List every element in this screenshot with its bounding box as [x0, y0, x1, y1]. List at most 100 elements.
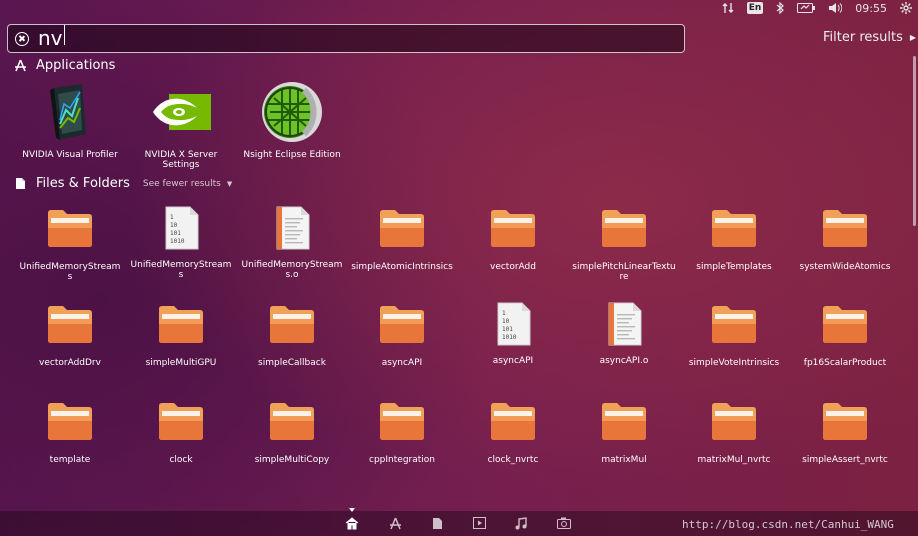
file-item[interactable]: vectorAdd — [458, 208, 568, 272]
file-item[interactable]: simpleVoteIntrinsics — [679, 304, 789, 368]
file-item[interactable]: 1 10 101 1010 asyncAPI — [458, 302, 568, 366]
file-item[interactable]: simpleAssert_nvrtc — [790, 401, 900, 465]
battery-icon[interactable] — [797, 0, 816, 16]
folder-icon — [823, 210, 867, 247]
applications-icon — [389, 517, 401, 529]
bluetooth-icon[interactable] — [776, 0, 785, 16]
search-input[interactable]: nv — [38, 24, 65, 53]
folder-icon — [491, 403, 535, 440]
file-item[interactable]: simpleMultiCopy — [237, 401, 347, 465]
active-lens-indicator — [349, 508, 355, 512]
home-icon — [345, 516, 359, 529]
file-label: template — [49, 455, 91, 465]
photo-lens-button[interactable] — [555, 515, 573, 531]
clear-search-icon[interactable] — [15, 31, 29, 46]
file-label: asyncAPI.o — [599, 356, 649, 366]
file-item[interactable]: matrixMul_nvrtc — [679, 401, 789, 465]
video-lens-button[interactable] — [470, 515, 488, 531]
file-item[interactable]: UnifiedMemoryStreams — [15, 208, 125, 282]
folder-icon-partial — [601, 504, 647, 511]
folder-icon — [380, 306, 424, 343]
gear-icon[interactable] — [900, 0, 912, 16]
keyboard-language-indicator[interactable]: En — [746, 0, 764, 16]
file-label: fp16ScalarProduct — [803, 358, 887, 368]
file-item[interactable]: vectorAddDrv — [15, 304, 125, 368]
folder-icon — [602, 210, 646, 247]
app-nsight-eclipse-edition[interactable]: Nsight Eclipse Edition — [237, 80, 347, 160]
file-label: asyncAPI — [381, 358, 423, 368]
file-item[interactable]: simplePitchLinearTexture — [569, 208, 679, 282]
triangle-right-icon: ▶ — [909, 33, 917, 42]
file-item[interactable]: simpleMultiGPU — [126, 304, 236, 368]
folder-icon — [48, 403, 92, 440]
network-arrows-icon[interactable] — [722, 0, 734, 16]
app-label: Nsight Eclipse Edition — [243, 150, 341, 160]
file-item[interactable]: 1 10 101 1010 UnifiedMemoryStreams — [126, 206, 236, 280]
music-icon — [515, 516, 527, 529]
svg-text:10: 10 — [170, 222, 178, 229]
app-nvidia-visual-profiler[interactable]: NVIDIA Visual Profiler — [15, 80, 125, 160]
svg-text:101: 101 — [502, 326, 513, 333]
file-label: simpleMultiGPU — [145, 358, 217, 368]
file-label: simplePitchLinearTexture — [572, 262, 676, 282]
clock-time[interactable]: 09:55 — [855, 0, 887, 16]
app-nvidia-x-server-settings[interactable]: NVIDIA X Server Settings — [126, 80, 236, 170]
nvidia-visual-profiler-icon — [50, 84, 86, 140]
folder-icon — [823, 403, 867, 440]
watermark: http://blog.csdn.net/Canhui_WANG — [682, 518, 894, 531]
binary-file-icon: 1101011010 — [497, 302, 531, 346]
file-item[interactable]: systemWideAtomics — [790, 208, 900, 272]
file-category-icon — [16, 178, 25, 189]
app-label: NVIDIA X Server Settings — [144, 150, 218, 170]
file-label: UnifiedMemoryStreams — [130, 260, 232, 280]
file-item[interactable]: matrixMul — [569, 401, 679, 465]
filter-results-label: Filter results — [823, 30, 903, 45]
folder-icon-partial — [158, 504, 204, 511]
folder-icon — [712, 306, 756, 343]
folder-icon — [491, 210, 535, 247]
folder-icon — [48, 210, 92, 247]
folder-icon-partial — [269, 504, 315, 511]
file-item[interactable]: fp16ScalarProduct — [790, 304, 900, 368]
see-fewer-results-label: See fewer results — [142, 178, 221, 189]
results-scrollbar[interactable] — [913, 56, 916, 226]
files-lens-button[interactable] — [428, 515, 446, 531]
applications-lens-button[interactable] — [386, 515, 404, 531]
file-item[interactable]: cppIntegration — [347, 401, 457, 465]
svg-text:1: 1 — [170, 214, 174, 221]
folder-icon — [380, 210, 424, 247]
file-label: clock_nvrtc — [487, 455, 539, 465]
svg-text:1: 1 — [502, 310, 506, 317]
file-label: simpleAssert_nvrtc — [802, 455, 888, 465]
file-item[interactable]: simpleTemplates — [679, 208, 789, 272]
file-item[interactable]: UnifiedMemoryStreams.o — [237, 206, 347, 280]
text-file-icon — [608, 302, 642, 346]
file-item[interactable]: asyncAPI — [347, 304, 457, 368]
folder-icon — [270, 403, 314, 440]
file-label: simpleAtomicIntrinsics — [351, 262, 453, 272]
file-label: clock — [169, 455, 193, 465]
home-lens-button[interactable] — [343, 515, 361, 531]
file-item[interactable]: clock_nvrtc — [458, 401, 568, 465]
volume-icon[interactable] — [828, 0, 843, 16]
nvidia-settings-icon — [153, 94, 211, 130]
folder-icon-partial — [47, 504, 93, 511]
filter-results-button[interactable]: Filter results ▶ — [823, 30, 916, 45]
see-fewer-results-toggle[interactable]: See fewer results ▼ — [143, 179, 232, 189]
file-item[interactable]: simpleCallback — [237, 304, 347, 368]
file-label: vectorAdd — [490, 262, 536, 272]
file-item[interactable]: asyncAPI.o — [569, 302, 679, 366]
file-item[interactable]: clock — [126, 401, 236, 465]
music-lens-button[interactable] — [512, 515, 530, 531]
text-file-icon — [276, 206, 310, 250]
file-item[interactable]: template — [15, 401, 125, 465]
triangle-down-icon: ▼ — [226, 179, 233, 188]
files-header-label: Files & Folders — [36, 176, 130, 191]
folder-icon-partial — [822, 504, 868, 511]
svg-text:10: 10 — [502, 318, 510, 325]
folder-icon — [270, 306, 314, 343]
file-item[interactable]: simpleAtomicIntrinsics — [347, 208, 457, 272]
search-box[interactable]: nv — [7, 24, 685, 53]
file-label: simpleVoteIntrinsics — [688, 358, 780, 368]
search-value: nv — [38, 26, 63, 50]
